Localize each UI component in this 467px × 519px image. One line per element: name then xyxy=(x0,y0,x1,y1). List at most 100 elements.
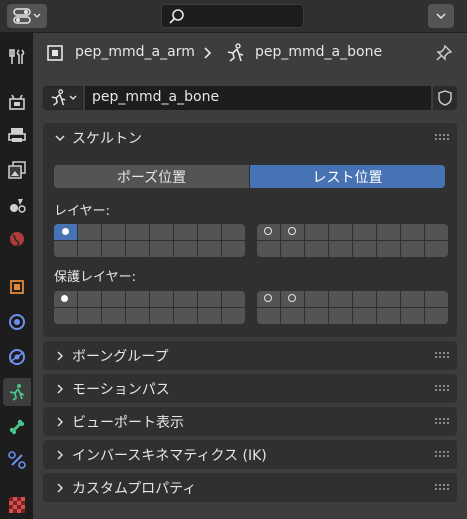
drag-handle-icon[interactable] xyxy=(435,451,449,457)
tab-tool[interactable] xyxy=(3,43,31,71)
layer-cell[interactable] xyxy=(329,241,352,257)
layer-cell[interactable] xyxy=(126,241,149,257)
layer-cell[interactable] xyxy=(257,308,280,324)
tab-output[interactable] xyxy=(3,121,31,149)
layer-cell[interactable] xyxy=(78,224,101,240)
layer-cell[interactable] xyxy=(257,241,280,257)
layer-cell[interactable] xyxy=(54,224,77,240)
drag-handle-icon[interactable] xyxy=(435,418,449,424)
layer-cell[interactable] xyxy=(425,241,448,257)
layer-cell[interactable] xyxy=(305,241,328,257)
layer-cell[interactable] xyxy=(281,224,304,240)
layer-cell[interactable] xyxy=(401,241,424,257)
pose-position-button[interactable]: ポーズ位置 xyxy=(54,165,249,188)
layer-cell[interactable] xyxy=(198,224,221,240)
editor-type-dropdown[interactable] xyxy=(7,4,47,28)
layer-cell[interactable] xyxy=(126,308,149,324)
tab-object-data[interactable] xyxy=(3,378,31,406)
layer-cell[interactable] xyxy=(54,291,77,307)
bone-groups-panel[interactable]: ボーングループ xyxy=(43,341,457,370)
layer-cell[interactable] xyxy=(126,224,149,240)
layer-cell[interactable] xyxy=(222,308,245,324)
rest-position-button[interactable]: レスト位置 xyxy=(250,165,445,188)
layer-cell[interactable] xyxy=(353,308,376,324)
breadcrumb-armature[interactable]: pep_mmd_a_arm xyxy=(75,44,195,60)
layer-cell[interactable] xyxy=(54,241,77,257)
tab-modifier[interactable] xyxy=(3,308,31,336)
layer-cell[interactable] xyxy=(222,291,245,307)
layer-cell[interactable] xyxy=(102,241,125,257)
tab-render[interactable] xyxy=(3,88,31,116)
layer-cell[interactable] xyxy=(377,291,400,307)
bone-browse-dropdown[interactable] xyxy=(43,86,83,110)
layer-cell[interactable] xyxy=(78,308,101,324)
layer-cell[interactable] xyxy=(353,224,376,240)
layer-cell[interactable] xyxy=(257,291,280,307)
layer-cell[interactable] xyxy=(425,224,448,240)
layer-cell[interactable] xyxy=(305,308,328,324)
layer-cell[interactable] xyxy=(329,308,352,324)
layer-cell[interactable] xyxy=(174,308,197,324)
layer-cell[interactable] xyxy=(377,224,400,240)
layer-cell[interactable] xyxy=(198,241,221,257)
tab-texture[interactable] xyxy=(3,491,31,519)
layer-cell[interactable] xyxy=(78,241,101,257)
layer-cell[interactable] xyxy=(305,291,328,307)
layer-cell[interactable] xyxy=(174,241,197,257)
layer-cell[interactable] xyxy=(377,308,400,324)
motion-paths-panel[interactable]: モーションパス xyxy=(43,374,457,403)
drag-handle-icon[interactable] xyxy=(435,134,449,140)
custom-properties-panel[interactable]: カスタムプロパティ xyxy=(43,473,457,502)
layer-cell[interactable] xyxy=(150,308,173,324)
layer-cell[interactable] xyxy=(102,308,125,324)
breadcrumb-bone[interactable]: pep_mmd_a_bone xyxy=(255,44,382,60)
layer-cell[interactable] xyxy=(257,224,280,240)
layer-cell[interactable] xyxy=(281,241,304,257)
drag-handle-icon[interactable] xyxy=(435,484,449,490)
layer-cell[interactable] xyxy=(281,291,304,307)
layer-cell[interactable] xyxy=(198,291,221,307)
tab-world[interactable] xyxy=(3,225,31,253)
layer-cell[interactable] xyxy=(102,224,125,240)
tab-object[interactable] xyxy=(3,273,31,301)
layer-cell[interactable] xyxy=(401,291,424,307)
search-input[interactable] xyxy=(161,4,304,28)
layer-cell[interactable] xyxy=(174,291,197,307)
tab-bone[interactable] xyxy=(3,413,31,441)
layer-cell[interactable] xyxy=(329,291,352,307)
drag-handle-icon[interactable] xyxy=(435,385,449,391)
layer-cell[interactable] xyxy=(102,291,125,307)
layer-cell[interactable] xyxy=(353,291,376,307)
layer-cell[interactable] xyxy=(222,241,245,257)
tab-view-layer[interactable] xyxy=(3,156,31,184)
layer-cell[interactable] xyxy=(222,224,245,240)
layer-cell[interactable] xyxy=(401,308,424,324)
layer-cell[interactable] xyxy=(150,291,173,307)
layer-cell[interactable] xyxy=(198,308,221,324)
layer-cell[interactable] xyxy=(401,224,424,240)
viewport-display-panel[interactable]: ビューポート表示 xyxy=(43,407,457,436)
drag-handle-icon[interactable] xyxy=(435,352,449,358)
layer-cell[interactable] xyxy=(174,224,197,240)
layer-cell[interactable] xyxy=(281,308,304,324)
inverse-kinematics-panel[interactable]: インバースキネマティクス (IK) xyxy=(43,440,457,469)
layer-cell[interactable] xyxy=(353,241,376,257)
bone-name-field[interactable]: pep_mmd_a_bone xyxy=(85,86,431,110)
layer-cell[interactable] xyxy=(126,291,149,307)
skeleton-panel-header[interactable]: スケルトン xyxy=(43,123,457,152)
layer-cell[interactable] xyxy=(425,291,448,307)
tab-bone-constraint[interactable] xyxy=(3,446,31,474)
pin-icon[interactable] xyxy=(435,44,453,62)
layer-cell[interactable] xyxy=(54,308,77,324)
fake-user-toggle[interactable] xyxy=(433,86,457,110)
tab-scene[interactable] xyxy=(3,191,31,219)
layer-cell[interactable] xyxy=(305,224,328,240)
tab-physics[interactable] xyxy=(3,343,31,371)
layer-cell[interactable] xyxy=(425,308,448,324)
options-dropdown[interactable] xyxy=(428,4,454,28)
layer-cell[interactable] xyxy=(78,291,101,307)
layer-cell[interactable] xyxy=(329,224,352,240)
layer-cell[interactable] xyxy=(150,241,173,257)
layer-cell[interactable] xyxy=(377,241,400,257)
layer-cell[interactable] xyxy=(150,224,173,240)
